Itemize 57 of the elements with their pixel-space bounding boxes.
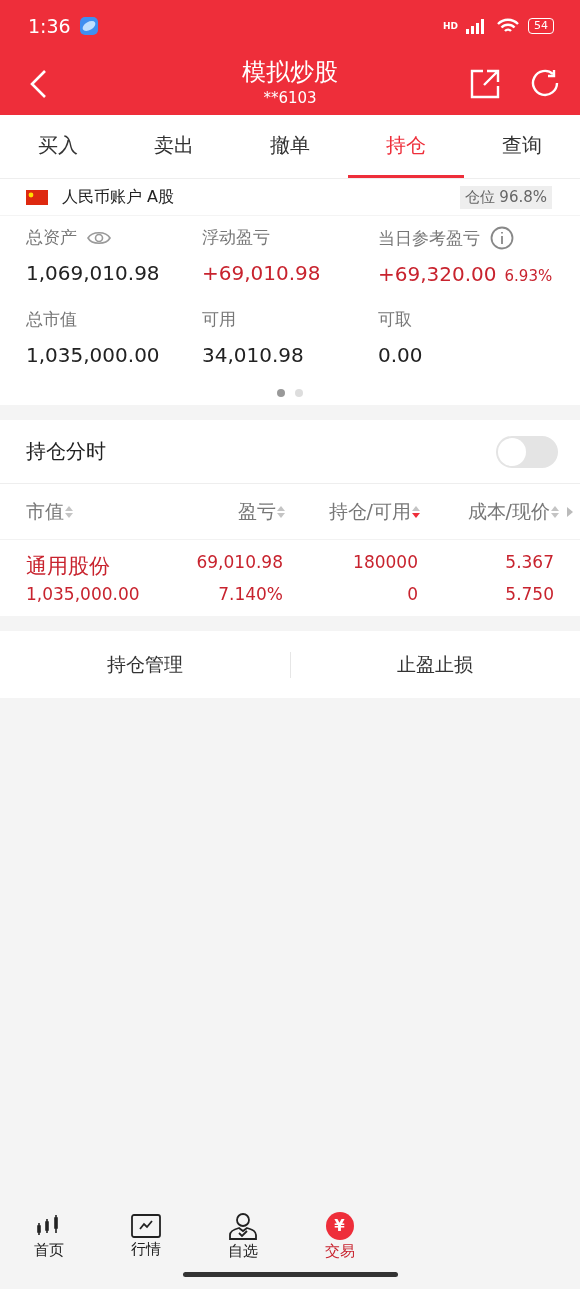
metric-label: 可用	[202, 308, 236, 331]
metric-value: 34,010.98	[202, 343, 304, 367]
app-notification-icon	[78, 16, 99, 36]
info-icon[interactable]	[490, 226, 514, 250]
stock-name[interactable]: 通用股份	[26, 552, 176, 580]
status-time: 1:36	[28, 15, 71, 37]
metric-value: +69,320.00	[378, 262, 497, 286]
metric-label: 当日参考盈亏	[378, 226, 480, 250]
battery-level: 54	[528, 18, 554, 34]
page-title: 模拟炒股	[242, 57, 338, 88]
column-header[interactable]: 持仓/可用	[328, 498, 411, 525]
metric-percent: 6.93%	[504, 267, 553, 285]
metric-label: 可取	[378, 308, 412, 331]
metric-value: +69,010.98	[202, 261, 321, 285]
flag-icon	[26, 189, 48, 205]
column-header[interactable]: 成本/现价	[467, 498, 550, 525]
metric-value: 1,035,000.00	[26, 343, 160, 367]
position-ratio: 仓位 96.8%	[459, 185, 552, 209]
scroll-right-icon[interactable]	[566, 505, 574, 518]
tab[interactable]: 撤单	[232, 115, 348, 178]
yen-icon: ¥	[325, 1211, 354, 1240]
column-header[interactable]: 市值	[26, 498, 64, 525]
table-cell-text: 1,035,000.00	[26, 584, 141, 604]
table-cell-text: 180000	[352, 552, 418, 574]
toggle-switch[interactable]	[496, 435, 558, 468]
table-cell-text: 7.140%	[217, 584, 283, 604]
person-icon	[227, 1211, 258, 1240]
metric-value: 1,069,010.98	[26, 261, 160, 285]
page-dot[interactable]	[295, 389, 303, 397]
account-name: 人民币账户 A股	[62, 186, 175, 208]
table-cell-text: 69,010.98	[195, 552, 283, 574]
column-header[interactable]: 盈亏	[238, 498, 276, 525]
tab[interactable]: 卖出	[116, 115, 232, 178]
nav-item[interactable]: 自选	[194, 1200, 291, 1272]
tab[interactable]: 查询	[464, 115, 580, 178]
nav-item[interactable]: 行情	[97, 1200, 194, 1272]
page-dot[interactable]	[277, 389, 285, 397]
metric-label: 总市值	[26, 308, 77, 331]
action-button[interactable]: 持仓管理	[0, 631, 290, 698]
table-cell-text: 0	[406, 584, 418, 604]
metric-value: 0.00	[378, 343, 423, 367]
nav-item[interactable]: ¥ 交易	[291, 1200, 388, 1272]
account-number: **6103	[263, 88, 317, 108]
table-cell-text: 5.367	[504, 552, 554, 574]
eye-icon[interactable]	[87, 229, 111, 246]
nav-item[interactable]: 首页	[0, 1200, 97, 1272]
timeshare-label: 持仓分时	[26, 438, 106, 465]
refresh-icon[interactable]	[530, 68, 560, 99]
metric-label: 浮动盈亏	[202, 226, 270, 249]
action-button[interactable]: 止盈止损	[290, 631, 580, 698]
network-type: HD	[443, 21, 458, 31]
table-cell-text: 5.750	[504, 584, 554, 604]
chart-icon	[130, 1213, 161, 1238]
share-icon[interactable]	[470, 68, 500, 99]
tab[interactable]: 买入	[0, 115, 116, 178]
metric-label: 总资产	[26, 226, 77, 249]
back-icon[interactable]	[28, 68, 48, 99]
